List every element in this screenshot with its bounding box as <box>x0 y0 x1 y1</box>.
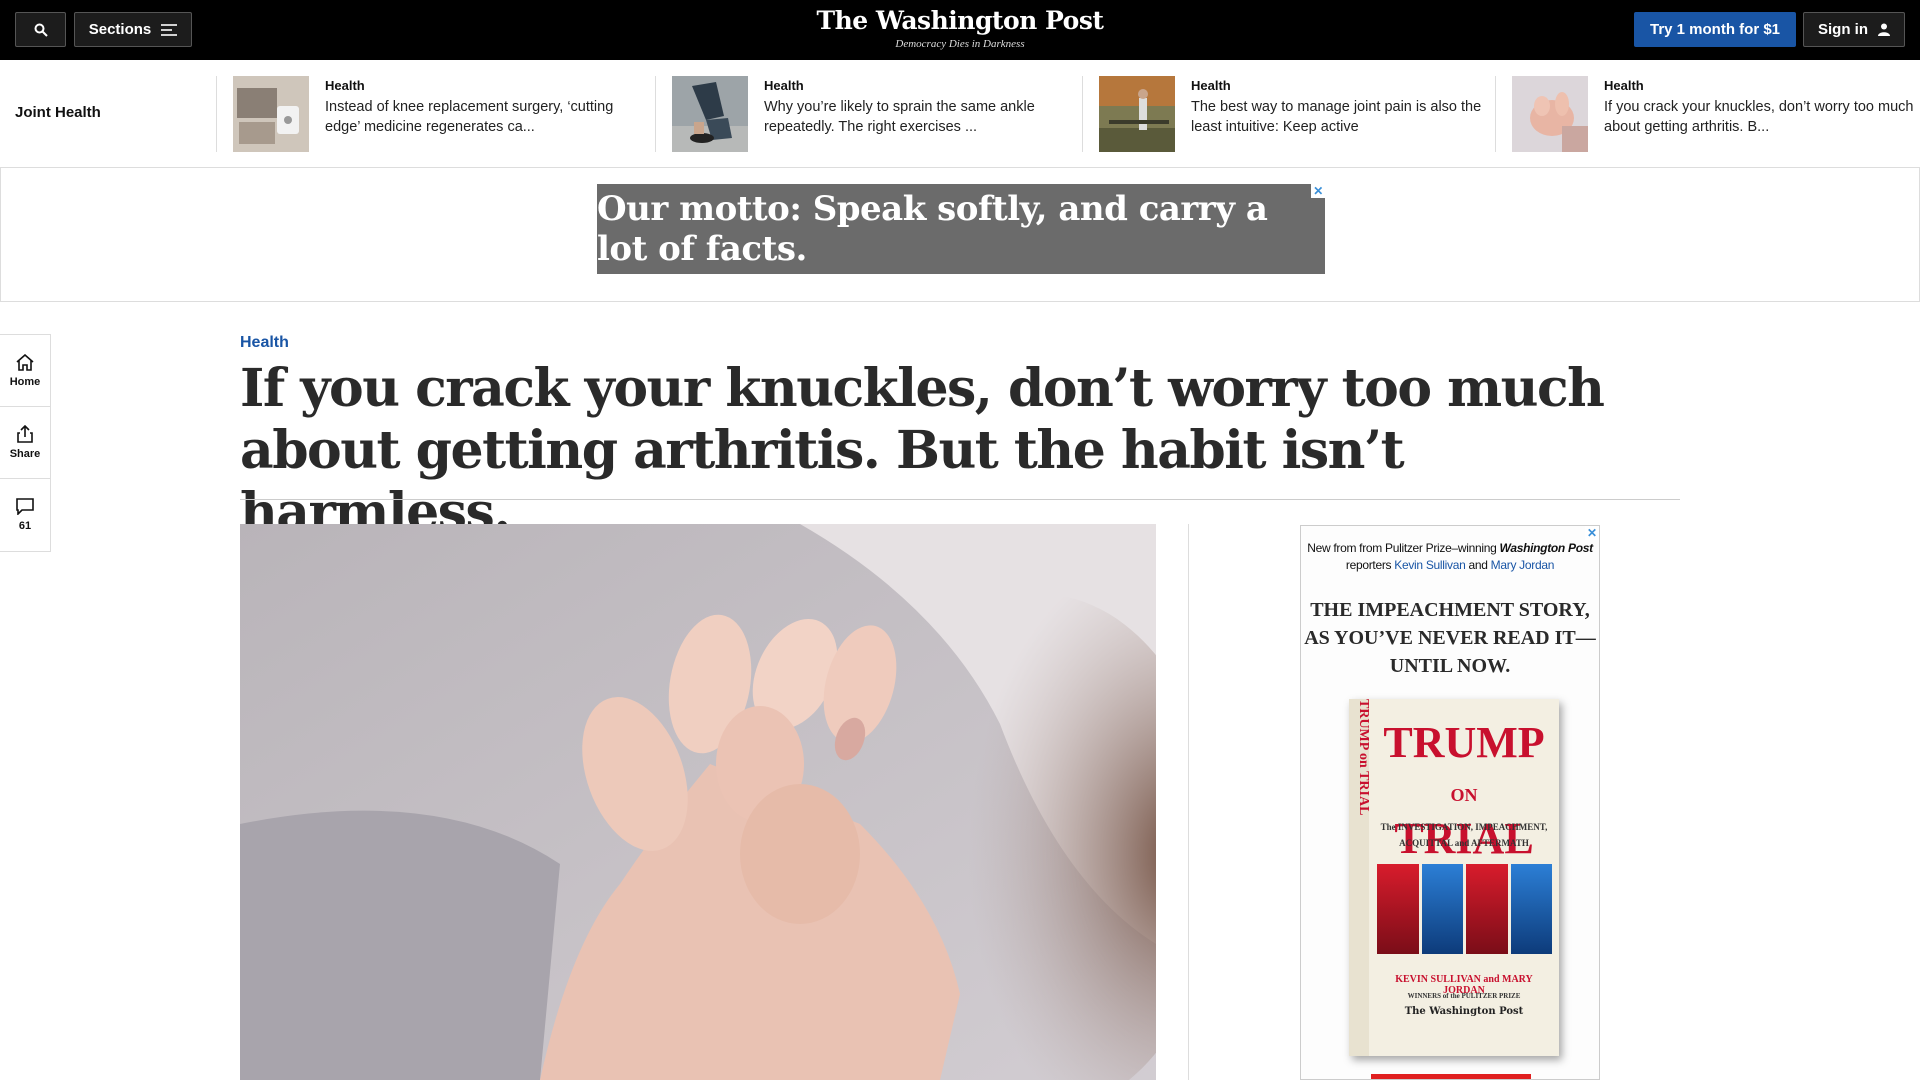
strip-story-3[interactable]: Health The best way to manage joint pain… <box>1082 76 1511 152</box>
story-headline-4: If you crack your knuckles, don’t worry … <box>1604 99 1914 135</box>
home-button[interactable]: Home <box>0 335 50 407</box>
story-headline-3: The best way to manage joint pain is als… <box>1191 99 1482 135</box>
sign-in-label: Sign in <box>1818 21 1868 38</box>
column-divider <box>1188 524 1189 1080</box>
portrait-1 <box>1377 864 1419 954</box>
share-label: Share <box>9 448 41 460</box>
story-kicker-4: Health <box>1604 78 1644 93</box>
article-action-rail: Home Share 61 <box>0 334 51 552</box>
promo-intro: New from from Pulitzer Prize–winning Was… <box>1301 540 1599 574</box>
top-navigation-bar: Sections The Washington Post Democracy D… <box>0 0 1920 60</box>
promo-reporters-text: reporters <box>1345 558 1395 572</box>
topic-strip: Joint Health Health Instead of knee repl… <box>0 60 1920 168</box>
share-icon <box>17 425 33 443</box>
headline-divider <box>240 499 1680 500</box>
logo-title: The Washington Post <box>816 6 1104 35</box>
book-spine: TRUMP on TRIAL <box>1349 699 1371 1056</box>
story-thumbnail-1 <box>233 76 309 152</box>
promo-and: and <box>1465 558 1491 572</box>
ad-close-icon[interactable]: ✕ <box>1585 526 1599 540</box>
menu-icon <box>161 23 178 36</box>
home-icon <box>16 353 34 371</box>
promo-cta-button[interactable] <box>1371 1074 1531 1079</box>
comment-icon <box>16 498 34 515</box>
sections-button[interactable]: Sections <box>74 12 192 47</box>
article-hero-image <box>240 524 1156 1080</box>
article-section-kicker[interactable]: Health <box>240 334 289 352</box>
promo-author-2: Mary Jordan <box>1490 558 1555 572</box>
promo-headline: THE IMPEACHMENT STORY, AS YOU’VE NEVER R… <box>1304 599 1596 677</box>
article-headline: If you crack your knuckles, don’t worry … <box>240 358 1605 543</box>
banner-ad-container: Our motto: Speak softly, and carry a lot… <box>0 168 1920 302</box>
search-icon <box>34 23 48 37</box>
share-button[interactable]: Share <box>0 407 50 479</box>
portrait-4 <box>1510 864 1552 954</box>
comments-button[interactable]: 61 <box>0 479 50 551</box>
book-cover-portraits <box>1377 864 1552 954</box>
sections-label: Sections <box>88 21 152 38</box>
book-title-line1: TRUMP <box>1383 718 1545 767</box>
story-thumbnail-3 <box>1099 76 1175 152</box>
story-headline-2: Why you’re likely to sprain the same ank… <box>764 99 1035 135</box>
promo-author-1: Kevin Sullivan <box>1394 558 1466 572</box>
home-label: Home <box>9 375 41 388</box>
comment-count: 61 <box>18 520 32 532</box>
banner-ad-text: Our motto: Speak softly, and carry a lot… <box>597 189 1268 269</box>
story-kicker-3: Health <box>1191 78 1231 93</box>
portrait-2 <box>1421 864 1463 954</box>
user-icon <box>1878 23 1890 36</box>
book-spine-text: TRUMP on TRIAL <box>1356 699 1371 816</box>
book-subtitle: The INVESTIGATION, IMPEACHMENT, ACQUITTA… <box>1380 822 1548 848</box>
strip-story-2[interactable]: Health Why you’re likely to sprain the s… <box>655 76 1084 152</box>
search-button[interactable] <box>15 12 66 47</box>
banner-ad[interactable]: Our motto: Speak softly, and carry a lot… <box>597 184 1325 274</box>
story-kicker-2: Health <box>764 78 804 93</box>
book-award: WINNERS of the PULITZER PRIZE <box>1407 992 1521 1000</box>
subscribe-trial-button[interactable]: Try 1 month for $1 <box>1634 12 1796 47</box>
strip-story-4[interactable]: Health If you crack your knuckles, don’t… <box>1495 76 1920 152</box>
ad-close-icon[interactable]: ✕ <box>1311 184 1325 198</box>
sign-in-button[interactable]: Sign in <box>1803 12 1905 47</box>
logo-tagline: Democracy Dies in Darkness <box>895 38 1025 50</box>
strip-topic-label[interactable]: Joint Health <box>15 104 101 121</box>
promo-publication: Washington Post <box>1499 541 1594 555</box>
story-headline-1: Instead of knee replacement surgery, ‘cu… <box>325 99 614 135</box>
site-logo[interactable]: The Washington Post Democracy Dies in Da… <box>810 6 1110 50</box>
book-publisher-logo: The Washington Post <box>1404 1006 1524 1017</box>
portrait-3 <box>1466 864 1508 954</box>
strip-story-1[interactable]: Health Instead of knee replacement surge… <box>216 76 645 152</box>
book-title-on: ON <box>1450 785 1478 805</box>
story-thumbnail-4 <box>1512 76 1588 152</box>
book-cover-image: TRUMP on TRIAL TRUMP ON TRIAL The INVEST… <box>1349 699 1559 1056</box>
book-promo-ad[interactable]: ✕ New from from Pulitzer Prize–winning W… <box>1300 525 1600 1080</box>
story-thumbnail-2 <box>672 76 748 152</box>
promo-intro-text: New from from Pulitzer Prize–winning <box>1307 541 1500 555</box>
story-kicker-1: Health <box>325 78 365 93</box>
